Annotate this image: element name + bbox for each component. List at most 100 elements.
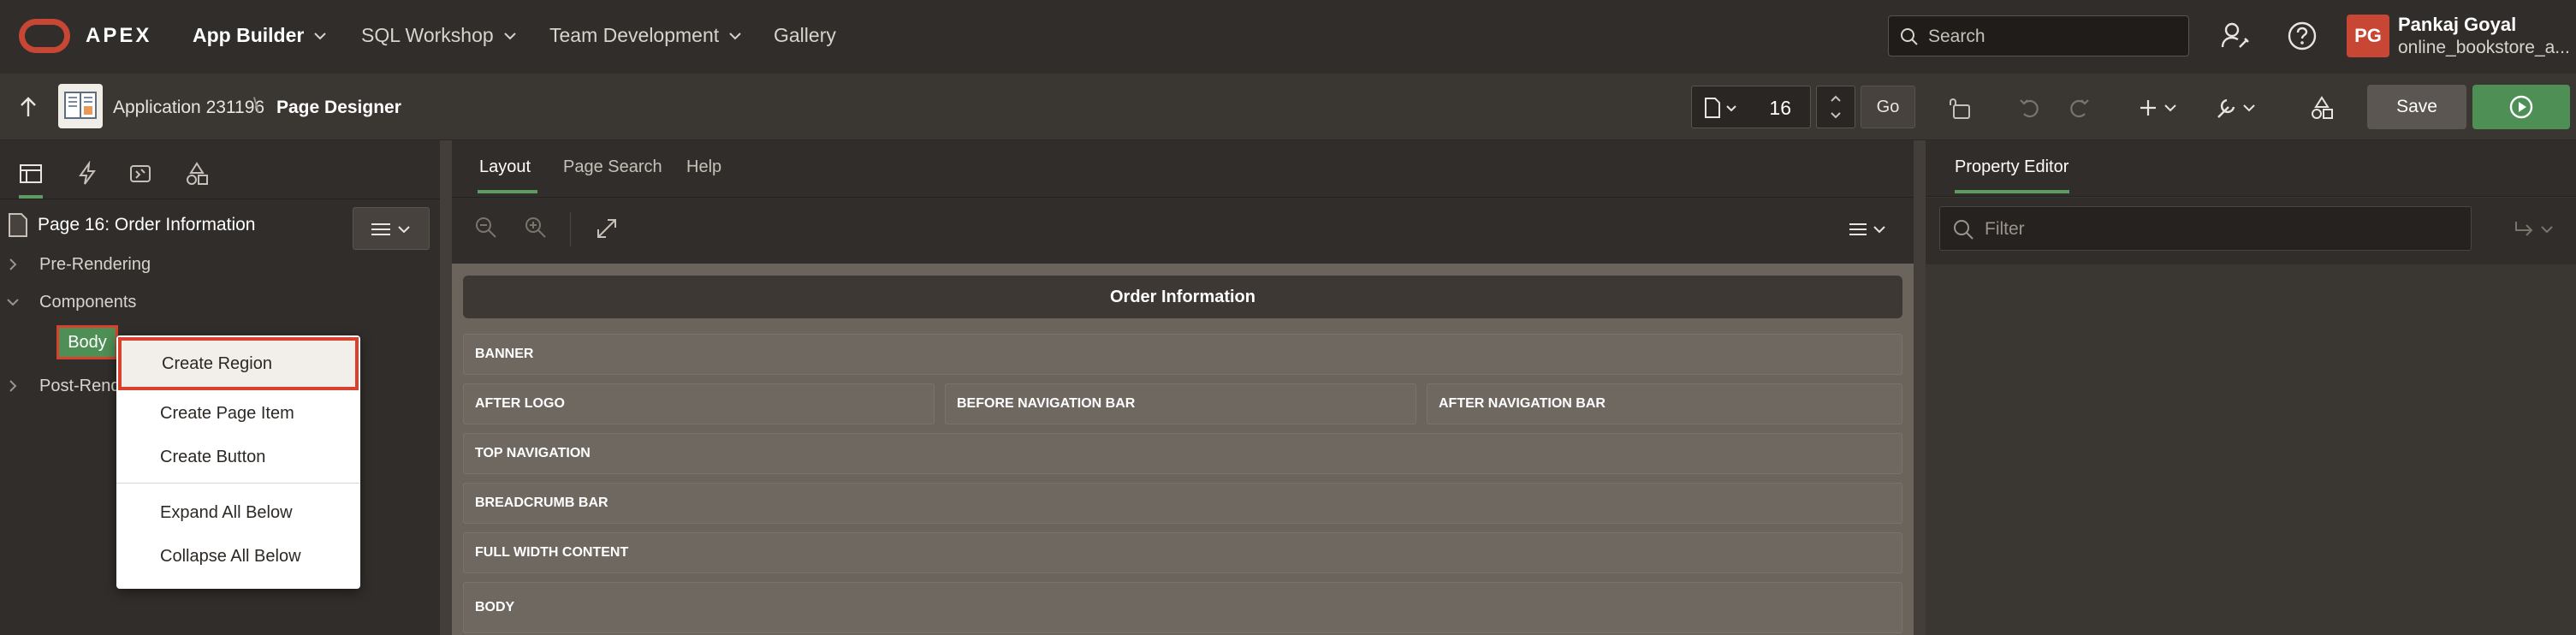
tab-page-search[interactable]: Page Search: [563, 157, 662, 177]
page-designer-toolbar: Application 231196 \ Page Designer 16 Go…: [0, 74, 2576, 140]
layout-menu-icon[interactable]: [1849, 223, 1886, 236]
tree-context-menu: Create Region Create Page Item Create Bu…: [116, 335, 360, 589]
nav-sql-workshop[interactable]: SQL Workshop: [361, 24, 516, 47]
play-circle-icon: [2509, 95, 2533, 119]
chevron-down-icon: [314, 32, 327, 39]
run-button[interactable]: [2472, 85, 2570, 129]
active-tab-indicator: [1955, 190, 2069, 193]
page-title: Page 16: Order Information: [38, 215, 256, 234]
processing-icon: [130, 165, 151, 182]
toolbar-separator: [570, 212, 571, 246]
nav-team-development[interactable]: Team Development: [549, 24, 741, 47]
chevron-right-icon[interactable]: [9, 258, 17, 270]
slot-after-logo[interactable]: AFTER LOGO: [463, 383, 935, 424]
apex-brand[interactable]: APEX: [86, 24, 151, 48]
menu-lines-icon: [371, 223, 390, 235]
tree-node-pre-rendering[interactable]: Pre-Rendering: [39, 255, 151, 275]
tree-node-body[interactable]: Body: [56, 325, 118, 359]
property-editor-toolbar: [1926, 198, 2576, 264]
tree-page-node[interactable]: Page 16: Order Information: [7, 212, 255, 238]
tree-node-post-rendering[interactable]: Post-Rend: [39, 377, 121, 396]
slot-body[interactable]: BODY: [463, 582, 1902, 633]
tab-layout[interactable]: Layout: [479, 157, 531, 177]
slot-banner[interactable]: BANNER: [463, 334, 1902, 375]
tab-processing[interactable]: [125, 156, 156, 192]
user-settings-icon[interactable]: [2220, 21, 2251, 51]
slot-after-navigation-bar[interactable]: AFTER NAVIGATION BAR: [1427, 383, 1902, 424]
slot-full-width-content[interactable]: FULL WIDTH CONTENT: [463, 532, 1902, 573]
slot-breadcrumb-bar[interactable]: BREADCRUMB BAR: [463, 483, 1902, 524]
add-icon[interactable]: [2140, 95, 2181, 121]
expand-icon[interactable]: [596, 217, 618, 240]
zoom-out-icon[interactable]: [474, 216, 498, 240]
nav-app-builder-label: App Builder: [193, 24, 305, 46]
search-input[interactable]: [1928, 25, 2176, 49]
breadcrumb-application[interactable]: Application 231196: [113, 98, 264, 118]
book-icon: [64, 92, 97, 119]
tab-rendering[interactable]: [15, 156, 46, 199]
help-icon[interactable]: [2287, 21, 2318, 51]
chevron-down-icon: [503, 32, 516, 39]
rendering-icon: [20, 164, 42, 183]
slot-before-navigation-bar[interactable]: BEFORE NAVIGATION BAR: [945, 383, 1416, 424]
save-button[interactable]: Save: [2367, 85, 2466, 129]
nav-gallery[interactable]: Gallery: [774, 24, 836, 47]
global-search[interactable]: [1888, 15, 2189, 56]
top-navigation-bar: APEX App Builder SQL Workshop Team Devel…: [0, 0, 2576, 74]
tab-property-editor[interactable]: Property Editor: [1955, 157, 2069, 177]
chevron-right-icon[interactable]: [9, 380, 17, 392]
tab-shared-components[interactable]: [181, 156, 212, 192]
filter-input[interactable]: [1985, 217, 2447, 241]
left-splitter[interactable]: [440, 140, 452, 635]
chevron-up-icon[interactable]: [1831, 95, 1841, 102]
menu-item-collapse-all-below[interactable]: Collapse All Below: [116, 535, 360, 578]
page-icon: [9, 213, 27, 237]
search-icon: [1901, 28, 1918, 45]
nav-team-development-label: Team Development: [549, 24, 720, 46]
tree-menu-button[interactable]: [353, 207, 430, 250]
user-name[interactable]: Pankaj Goyal: [2398, 14, 2516, 36]
tab-dynamic-actions[interactable]: [72, 156, 103, 192]
page-number-input[interactable]: 16: [1754, 97, 1791, 120]
lightning-icon: [79, 161, 96, 185]
property-editor-panel: Property Editor: [1926, 140, 2576, 635]
tree-node-components[interactable]: Components: [39, 293, 136, 312]
menu-item-create-button[interactable]: Create Button: [116, 436, 360, 478]
oracle-logo-icon[interactable]: [19, 19, 70, 53]
application-icon[interactable]: [58, 84, 103, 128]
menu-item-expand-all-below[interactable]: Expand All Below: [116, 491, 360, 534]
layout-canvas: Order Information BANNER AFTER LOGO BEFO…: [452, 264, 1914, 635]
nav-gallery-label: Gallery: [774, 24, 836, 46]
arrow-up-icon[interactable]: [19, 96, 38, 118]
tab-help[interactable]: Help: [686, 157, 721, 177]
breadcrumb-page-designer: Page Designer: [276, 98, 401, 117]
menu-item-create-page-item[interactable]: Create Page Item: [116, 392, 360, 435]
menu-item-create-region[interactable]: Create Region: [118, 337, 359, 390]
page-number-selector[interactable]: 16: [1691, 86, 1811, 128]
shapes-icon: [187, 162, 208, 185]
user-workspace: online_bookstore_a...: [2398, 38, 2570, 57]
menu-separator: [116, 483, 360, 484]
slot-top-navigation[interactable]: TOP NAVIGATION: [463, 433, 1902, 474]
nav-app-builder[interactable]: App Builder: [193, 24, 327, 47]
chevron-down-icon: [729, 32, 741, 39]
active-tab-indicator: [478, 190, 537, 193]
chevron-down-icon[interactable]: [1831, 112, 1841, 119]
avatar[interactable]: PG: [2347, 15, 2389, 57]
right-splitter[interactable]: [1914, 140, 1926, 635]
property-filter[interactable]: [1939, 206, 2472, 251]
undo-icon[interactable]: [2017, 95, 2043, 121]
page-number-stepper[interactable]: [1816, 86, 1855, 128]
lock-page-icon[interactable]: [1947, 95, 1973, 121]
chevron-down-icon: [398, 226, 410, 234]
layout-panel: Layout Page Search Help Order Informatio…: [452, 140, 1914, 635]
property-editor-header: Property Editor: [1926, 140, 2576, 197]
goto-group-icon[interactable]: [2513, 218, 2557, 240]
chevron-down-icon[interactable]: [7, 298, 19, 306]
zoom-in-icon[interactable]: [524, 216, 548, 240]
utilities-wrench-icon[interactable]: [2215, 95, 2259, 121]
layout-page-header[interactable]: Order Information: [463, 276, 1902, 318]
redo-icon[interactable]: [2066, 95, 2092, 121]
shared-components-icon[interactable]: [2309, 95, 2335, 121]
go-button[interactable]: Go: [1861, 86, 1915, 128]
